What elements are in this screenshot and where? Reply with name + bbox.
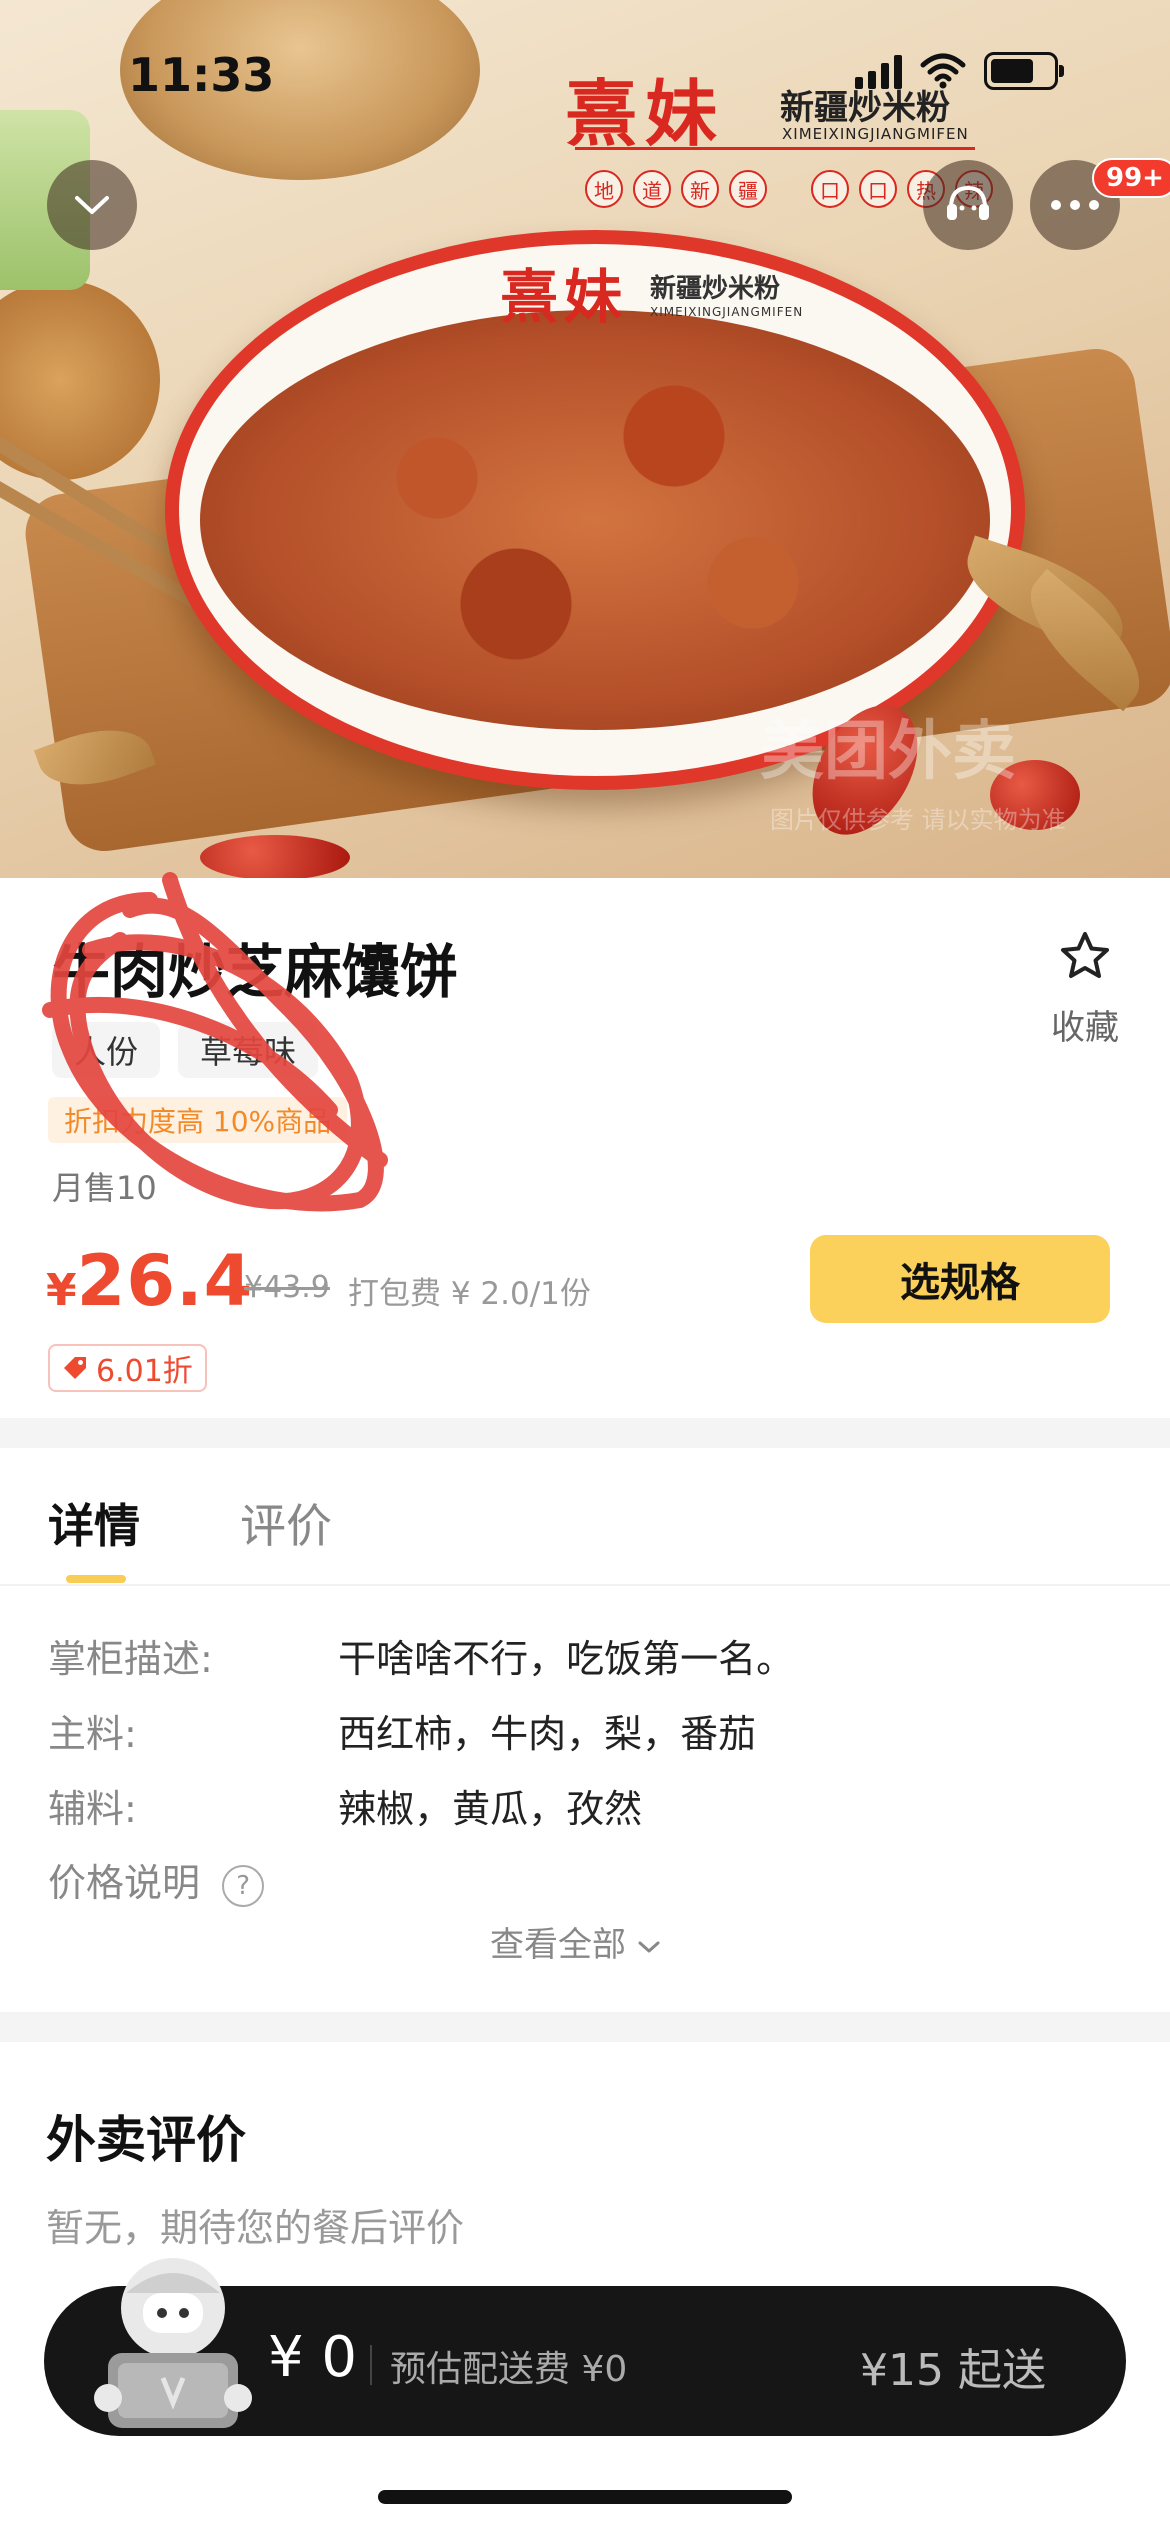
woven-mat xyxy=(0,280,160,480)
spec-tag: 草莓味 xyxy=(178,1022,319,1078)
status-icons xyxy=(855,52,1064,90)
cart-total: ¥ 0 xyxy=(268,2325,358,2390)
chevron-down-icon xyxy=(638,1941,660,1952)
favorite-button[interactable]: 收藏 xyxy=(1040,930,1130,1049)
detail-key: 辅料: xyxy=(48,1787,137,1831)
detail-value: 干啥啥不行，吃饭第一名。 xyxy=(338,1637,795,1681)
chevron-down-icon xyxy=(75,196,109,214)
product-title: 牛肉炒芝麻馕饼 xyxy=(52,938,459,1006)
detail-row-side-ingredients: 辅料: 辣椒，黄瓜，孜然 xyxy=(48,1778,642,1833)
currency-symbol: ¥ xyxy=(46,1265,77,1316)
slogan-chip: 新 xyxy=(681,170,719,208)
detail-key: 掌柜描述: xyxy=(48,1637,213,1681)
home-indicator[interactable] xyxy=(378,2490,792,2504)
question-mark-icon[interactable]: ? xyxy=(222,1864,265,1907)
back-button[interactable] xyxy=(47,160,137,250)
discount-badge: 6.01折 xyxy=(48,1344,207,1392)
tab-details[interactable]: 详情 xyxy=(48,1490,140,1556)
red-chili xyxy=(200,835,350,878)
reviews-title: 外卖评价 xyxy=(46,2111,246,2169)
slogan-chip: 道 xyxy=(633,170,671,208)
min-order-label: ¥15 起送 xyxy=(860,2345,1046,2396)
meituan-watermark: 美团外卖 xyxy=(760,715,1016,789)
bowl-brand-logo: 熹妹 xyxy=(500,263,629,331)
select-spec-button[interactable]: 选规格 xyxy=(810,1235,1110,1323)
current-price: ¥ 26.4 xyxy=(46,1240,253,1322)
promo-banner: 折扣力度高 10%商品 xyxy=(48,1097,348,1143)
more-dots-icon xyxy=(1051,200,1099,210)
slogan-chip: 口 xyxy=(811,170,849,208)
detail-row-main-ingredients: 主料: 西红柿，牛肉，梨，番茄 xyxy=(48,1703,756,1758)
slogan-chip: 疆 xyxy=(729,170,767,208)
original-price: ¥43.9 xyxy=(244,1270,330,1305)
detail-key: 价格说明 xyxy=(48,1861,201,1905)
spec-tag: 人份 xyxy=(52,1022,161,1078)
customer-service-icon xyxy=(947,185,989,220)
slogan-chip: 地 xyxy=(585,170,623,208)
view-all-button[interactable]: 查看全部 xyxy=(490,1917,661,1966)
slogan-chip: 口 xyxy=(859,170,897,208)
reviews-empty-text: 暂无，期待您的餐后评价 xyxy=(46,2206,465,2250)
bowl-brand-sub: 新疆炒米粉 xyxy=(650,274,781,304)
bowl-brand-en: XIMEIXINGJIANGMIFEN xyxy=(650,305,804,319)
detail-key: 主料: xyxy=(48,1712,137,1756)
view-all-label: 查看全部 xyxy=(490,1925,626,1965)
wifi-icon xyxy=(920,53,966,89)
delivery-fee: 预估配送费 ¥0 xyxy=(390,2349,628,2390)
tab-separator xyxy=(0,1584,1170,1586)
cellular-signal-icon xyxy=(855,53,902,89)
star-outline-icon xyxy=(1061,932,1109,978)
status-time: 11:33 xyxy=(128,48,275,102)
active-tab-indicator xyxy=(66,1575,126,1583)
section-divider xyxy=(0,2012,1170,2042)
battery-icon xyxy=(984,52,1064,90)
packing-fee: 打包费 ¥ 2.0/1份 xyxy=(348,1276,591,1312)
brand-logo: 熹妹 xyxy=(565,71,726,156)
customer-service-button[interactable] xyxy=(923,160,1013,250)
detail-value: 西红柿，牛肉，梨，番茄 xyxy=(338,1712,757,1756)
monthly-sales: 月售10 xyxy=(52,1169,157,1207)
cart-separator xyxy=(370,2345,372,2385)
price-tag-icon xyxy=(64,1357,86,1379)
price-value: 26.4 xyxy=(76,1240,254,1322)
section-divider xyxy=(0,1418,1170,1448)
favorite-label: 收藏 xyxy=(1051,1008,1119,1048)
brand-english: XIMEIXINGJIANGMIFEN xyxy=(782,125,969,143)
tab-reviews[interactable]: 评价 xyxy=(240,1490,332,1556)
notification-badge: 99+ xyxy=(1092,158,1170,198)
discount-text: 6.01折 xyxy=(96,1354,193,1389)
stir-fried-naan xyxy=(200,310,990,730)
detail-row-price-note[interactable]: 价格说明 ? xyxy=(48,1852,265,1907)
product-hero-image: 熹妹 新疆炒米粉 XIMEIXINGJIANGMIFEN 熹妹 新疆炒米粉 XI… xyxy=(0,0,1170,878)
watermark-disclaimer: 图片仅供参考 请以实物为准 xyxy=(770,806,1066,834)
detail-row-description: 掌柜描述: 干啥啥不行，吃饭第一名。 xyxy=(48,1628,794,1683)
spec-tags: 人份 草莓味 xyxy=(52,1022,319,1078)
delivery-mascot-icon xyxy=(94,2258,252,2428)
brand-underline xyxy=(575,147,975,150)
detail-value: 辣椒，黄瓜，孜然 xyxy=(338,1787,643,1831)
